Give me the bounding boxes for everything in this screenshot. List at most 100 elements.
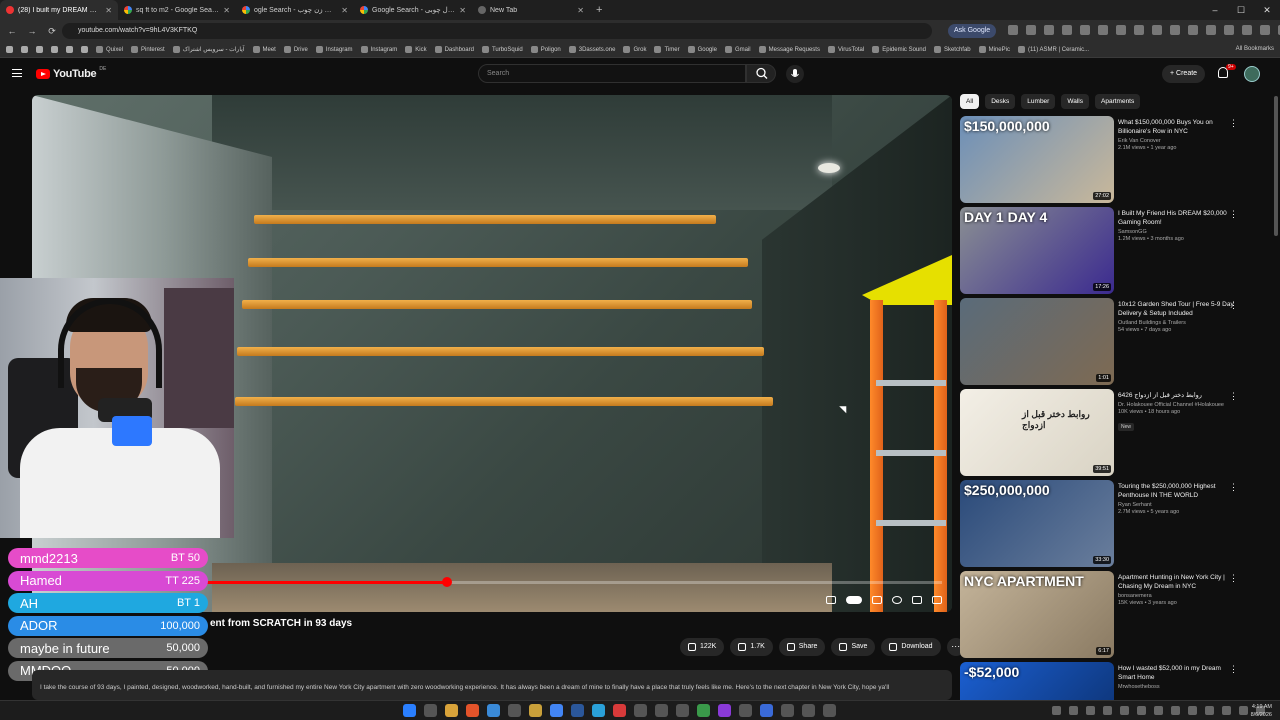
extension-icon[interactable] — [1116, 25, 1126, 35]
scrollbar[interactable] — [1274, 96, 1278, 236]
bookmark-item[interactable]: Message Requests — [758, 46, 820, 53]
close-icon[interactable]: ✕ — [341, 6, 348, 15]
channel-name[interactable]: Erik Van Conover — [1118, 138, 1236, 144]
app-folder-icon[interactable] — [6, 46, 13, 53]
app-icon[interactable] — [655, 704, 668, 717]
video-thumbnail[interactable]: NYC APARTMENT 6:17 — [960, 571, 1114, 658]
browser-tab[interactable]: (28) I built my DREAM New Yo ✕ — [0, 0, 118, 20]
create-button[interactable]: + Create — [1162, 65, 1206, 83]
video-thumbnail[interactable]: $150,000,000 27:02 — [960, 116, 1114, 203]
app-icon[interactable] — [718, 704, 731, 717]
tray-icon[interactable] — [1120, 706, 1129, 715]
fullscreen-icon[interactable] — [932, 596, 942, 604]
recommended-video[interactable]: NYC APARTMENT 6:17 Apartment Hunting in Ne… — [960, 571, 1250, 662]
share-button[interactable]: Share — [778, 638, 826, 656]
bookmark-item[interactable]: 3Dassets.one — [568, 46, 615, 53]
video-title[interactable]: روابط دختر قبل از ازدواج 6426 — [1118, 391, 1236, 400]
captions-icon[interactable] — [872, 596, 882, 604]
app-icon[interactable] — [676, 704, 689, 717]
bookmark-item[interactable]: Timer — [654, 46, 680, 53]
menu-icon[interactable] — [12, 69, 22, 77]
bookmark-item[interactable]: Instagram — [315, 46, 353, 53]
close-window-icon[interactable]: ✕ — [1254, 0, 1280, 20]
bookmark-item[interactable]: Quixel — [96, 46, 123, 53]
file-explorer-icon[interactable] — [445, 704, 458, 717]
video-title[interactable]: What $150,000,000 Buys You on Billionair… — [1118, 118, 1236, 136]
close-icon[interactable]: ✕ — [105, 6, 112, 15]
tray-icon[interactable] — [1188, 706, 1197, 715]
bookmark-item[interactable]: Sketchfab — [933, 46, 971, 53]
extension-icon[interactable] — [1062, 25, 1072, 35]
video-title[interactable]: 10x12 Garden Shed Tour | Free 5-9 Day De… — [1118, 300, 1236, 318]
minimize-icon[interactable]: – — [1202, 0, 1228, 20]
bookmark-item[interactable]: Poligon — [530, 46, 561, 53]
filter-chip[interactable]: Walls — [1061, 94, 1089, 109]
extension-icon[interactable] — [1098, 25, 1108, 35]
address-bar[interactable]: youtube.com/watch?v=9hL4V3KFTKQ — [62, 23, 932, 39]
close-icon[interactable]: ✕ — [459, 6, 466, 15]
tray-icon[interactable] — [1239, 706, 1248, 715]
bookmark-item[interactable]: (11) ASMR | Ceramic... — [1017, 46, 1089, 53]
theater-mode-icon[interactable] — [912, 596, 922, 604]
dislike-button[interactable]: 1.7K — [730, 638, 773, 656]
app-icon[interactable] — [487, 704, 500, 717]
tray-icon[interactable] — [1069, 706, 1078, 715]
back-icon[interactable]: ← — [6, 26, 18, 36]
extension-icon[interactable] — [1242, 25, 1252, 35]
extension-icon[interactable] — [1206, 25, 1216, 35]
avatar[interactable] — [1244, 66, 1260, 82]
channel-name[interactable]: Ryan Serhant — [1118, 502, 1236, 508]
windows-start-icon[interactable] — [403, 704, 416, 717]
bookmark-item[interactable]: Drive — [283, 46, 308, 53]
app-icon[interactable] — [613, 704, 626, 717]
miniplayer-icon[interactable] — [826, 596, 836, 604]
tray-icon[interactable] — [1154, 706, 1163, 715]
progress-scrubber[interactable] — [442, 577, 452, 587]
clock[interactable]: 4:19 AM 8/6/2026 — [1251, 703, 1272, 719]
recommended-video[interactable]: $150,000,000 27:02 What $150,000,000 Buys … — [960, 116, 1250, 207]
search-input[interactable]: Search — [478, 64, 746, 83]
browser-tab[interactable]: sq ft to m2 - Google Search ✕ — [118, 0, 236, 20]
settings-icon[interactable] — [892, 596, 902, 604]
more-options-icon[interactable]: ⋮ — [1229, 482, 1238, 493]
filter-chip[interactable]: Apartments — [1095, 94, 1141, 109]
close-icon[interactable]: ✕ — [223, 6, 230, 15]
word-icon[interactable] — [571, 704, 584, 717]
bookmark-item[interactable]: Google — [687, 46, 717, 53]
video-thumbnail[interactable]: $250,000,000 33:30 — [960, 480, 1114, 567]
recommended-video[interactable]: روابط دختر قبل از ازدواج 39:51 روابط دختر … — [960, 389, 1250, 480]
app-icon[interactable] — [802, 704, 815, 717]
bookmark-item[interactable]: Dashboard — [434, 46, 474, 53]
more-options-icon[interactable]: ⋮ — [1229, 573, 1238, 584]
video-title[interactable]: How I wasted $52,000 in my Dream Smart H… — [1118, 664, 1236, 682]
forward-icon[interactable]: → — [26, 26, 38, 36]
telegram-icon[interactable] — [592, 704, 605, 717]
maximize-icon[interactable]: ☐ — [1228, 0, 1254, 20]
more-options-icon[interactable]: ⋮ — [1229, 118, 1238, 129]
bookmark-item[interactable]: VirusTotal — [827, 46, 864, 53]
tray-icon[interactable] — [1222, 706, 1231, 715]
video-description[interactable]: I take the course of 93 days, I painted,… — [32, 670, 952, 700]
channel-name[interactable]: bonsanemera — [1118, 593, 1236, 599]
app-icon[interactable] — [466, 704, 479, 717]
video-thumbnail[interactable]: DAY 1 DAY 4 17:26 — [960, 207, 1114, 294]
app-icon[interactable] — [781, 704, 794, 717]
more-options-icon[interactable]: ⋮ — [1229, 209, 1238, 220]
channel-name[interactable]: SamsonGG — [1118, 229, 1236, 235]
tray-icon[interactable] — [1171, 706, 1180, 715]
tray-icon[interactable] — [1137, 706, 1146, 715]
tray-icon[interactable] — [1205, 706, 1214, 715]
app-folder-icon[interactable] — [51, 46, 58, 53]
bookmark-item[interactable]: MinePic — [978, 46, 1010, 53]
all-bookmarks-button[interactable]: All Bookmarks — [1236, 46, 1274, 52]
app-icon[interactable] — [823, 704, 836, 717]
bookmark-item[interactable]: TurboSquid — [481, 46, 523, 53]
app-icon[interactable] — [760, 704, 773, 717]
bookmark-item[interactable]: Gmail — [724, 46, 751, 53]
tray-icon[interactable] — [1103, 706, 1112, 715]
video-title[interactable]: Touring the $250,000,000 Highest Penthou… — [1118, 482, 1236, 500]
extension-icon[interactable] — [1224, 25, 1234, 35]
filter-chip[interactable]: Desks — [985, 94, 1016, 109]
autoplay-toggle[interactable] — [846, 596, 862, 604]
bookmark-item[interactable]: آپارات - سرویس اشتراک — [172, 46, 245, 53]
